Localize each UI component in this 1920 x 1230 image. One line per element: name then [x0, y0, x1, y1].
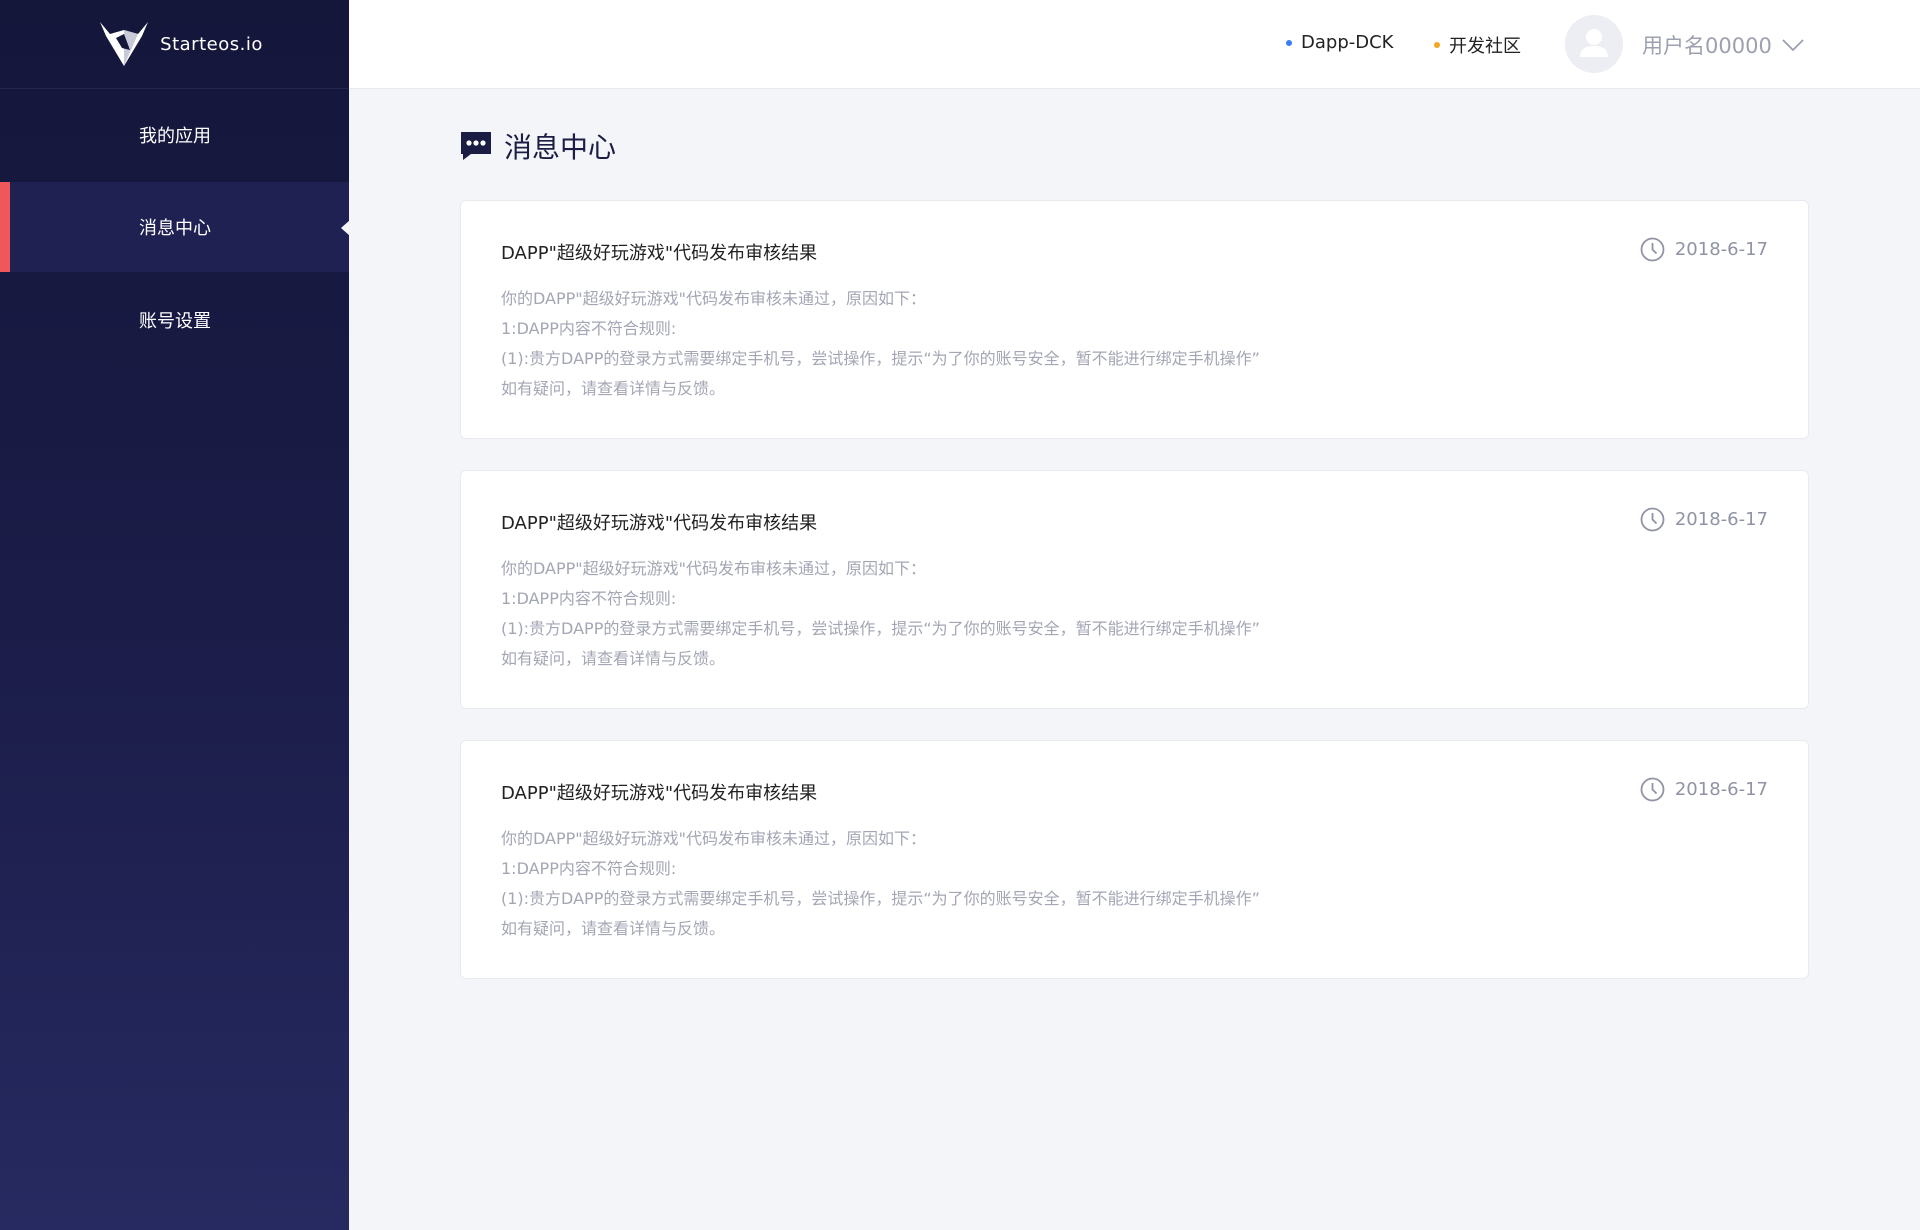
sidebar-item-label: 账号设置	[139, 311, 211, 332]
message-title: DAPP"超级好玩游戏"代码发布审核结果	[501, 513, 818, 534]
message-date: 2018-6-17	[1640, 507, 1768, 532]
page-title: 消息中心	[459, 126, 616, 166]
clock-icon	[1640, 777, 1665, 802]
message-line: 1:DAPP内容不符合规则:	[501, 859, 677, 878]
message-line: 1:DAPP内容不符合规则:	[501, 589, 677, 608]
sidebar-item-account-settings[interactable]: 账号设置	[0, 275, 349, 365]
message-line: 如有疑问，请查看详情与反馈。	[501, 379, 726, 398]
message-title: DAPP"超级好玩游戏"代码发布审核结果	[501, 243, 818, 264]
message-title: DAPP"超级好玩游戏"代码发布审核结果	[501, 783, 818, 804]
avatar[interactable]	[1565, 15, 1623, 73]
message-line: 如有疑问，请查看详情与反馈。	[501, 649, 726, 668]
message-body: 你的DAPP"超级好玩游戏"代码发布审核未通过，原因如下： 1:DAPP内容不符…	[501, 824, 1260, 944]
message-body: 你的DAPP"超级好玩游戏"代码发布审核未通过，原因如下： 1:DAPP内容不符…	[501, 554, 1260, 674]
message-date-text: 2018-6-17	[1674, 239, 1768, 260]
top-header: Dapp-DCK 开发社区 用户名00000	[349, 0, 1920, 89]
page-title-text: 消息中心	[504, 131, 617, 164]
header-link-label: Dapp-DCK	[1301, 32, 1394, 53]
message-line: (1):贵方DAPP的登录方式需要绑定手机号，尝试操作，提示“为了你的账号安全，…	[501, 889, 1260, 908]
message-card[interactable]: DAPP"超级好玩游戏"代码发布审核结果 2018-6-17 你的DAPP"超级…	[460, 200, 1809, 439]
header-link-dapp-dck[interactable]: Dapp-DCK	[1286, 32, 1393, 53]
starteos-logo-icon	[100, 22, 149, 66]
clock-icon	[1640, 507, 1665, 532]
chat-bubble-icon	[461, 132, 491, 160]
message-line: 你的DAPP"超级好玩游戏"代码发布审核未通过，原因如下：	[501, 559, 927, 578]
header-link-dev-community[interactable]: 开发社区	[1434, 32, 1521, 58]
status-dot-icon	[1286, 39, 1292, 46]
chevron-down-icon	[1782, 39, 1804, 52]
message-line: 你的DAPP"超级好玩游戏"代码发布审核未通过，原因如下：	[501, 289, 927, 308]
sidebar-item-label: 我的应用	[139, 126, 211, 147]
logo[interactable]: Starteos.io	[0, 0, 349, 89]
message-line: 你的DAPP"超级好玩游戏"代码发布审核未通过，原因如下：	[501, 829, 927, 848]
brand-name: Starteos.io	[160, 33, 263, 55]
user-menu[interactable]: 用户名00000	[1642, 30, 1804, 60]
message-date: 2018-6-17	[1640, 777, 1768, 802]
user-avatar-icon	[1580, 29, 1608, 57]
header-link-label: 开发社区	[1449, 36, 1521, 57]
sidebar: Starteos.io 我的应用 消息中心 账号设置	[0, 0, 350, 1230]
message-card[interactable]: DAPP"超级好玩游戏"代码发布审核结果 2018-6-17 你的DAPP"超级…	[460, 740, 1809, 979]
message-line: (1):贵方DAPP的登录方式需要绑定手机号，尝试操作，提示“为了你的账号安全，…	[501, 349, 1260, 368]
message-line: 1:DAPP内容不符合规则:	[501, 319, 677, 338]
message-body: 你的DAPP"超级好玩游戏"代码发布审核未通过，原因如下： 1:DAPP内容不符…	[501, 284, 1260, 404]
message-line: (1):贵方DAPP的登录方式需要绑定手机号，尝试操作，提示“为了你的账号安全，…	[501, 619, 1260, 638]
username-label: 用户名00000	[1642, 34, 1772, 58]
message-date: 2018-6-17	[1640, 237, 1768, 262]
sidebar-item-my-apps[interactable]: 我的应用	[0, 90, 349, 180]
status-dot-icon	[1434, 42, 1440, 48]
clock-icon	[1640, 237, 1665, 262]
message-date-text: 2018-6-17	[1674, 779, 1768, 800]
sidebar-item-message-center[interactable]: 消息中心	[0, 182, 350, 272]
message-line: 如有疑问，请查看详情与反馈。	[501, 919, 726, 938]
message-date-text: 2018-6-17	[1674, 509, 1768, 530]
message-card[interactable]: DAPP"超级好玩游戏"代码发布审核结果 2018-6-17 你的DAPP"超级…	[460, 470, 1809, 709]
sidebar-item-label: 消息中心	[139, 218, 211, 239]
